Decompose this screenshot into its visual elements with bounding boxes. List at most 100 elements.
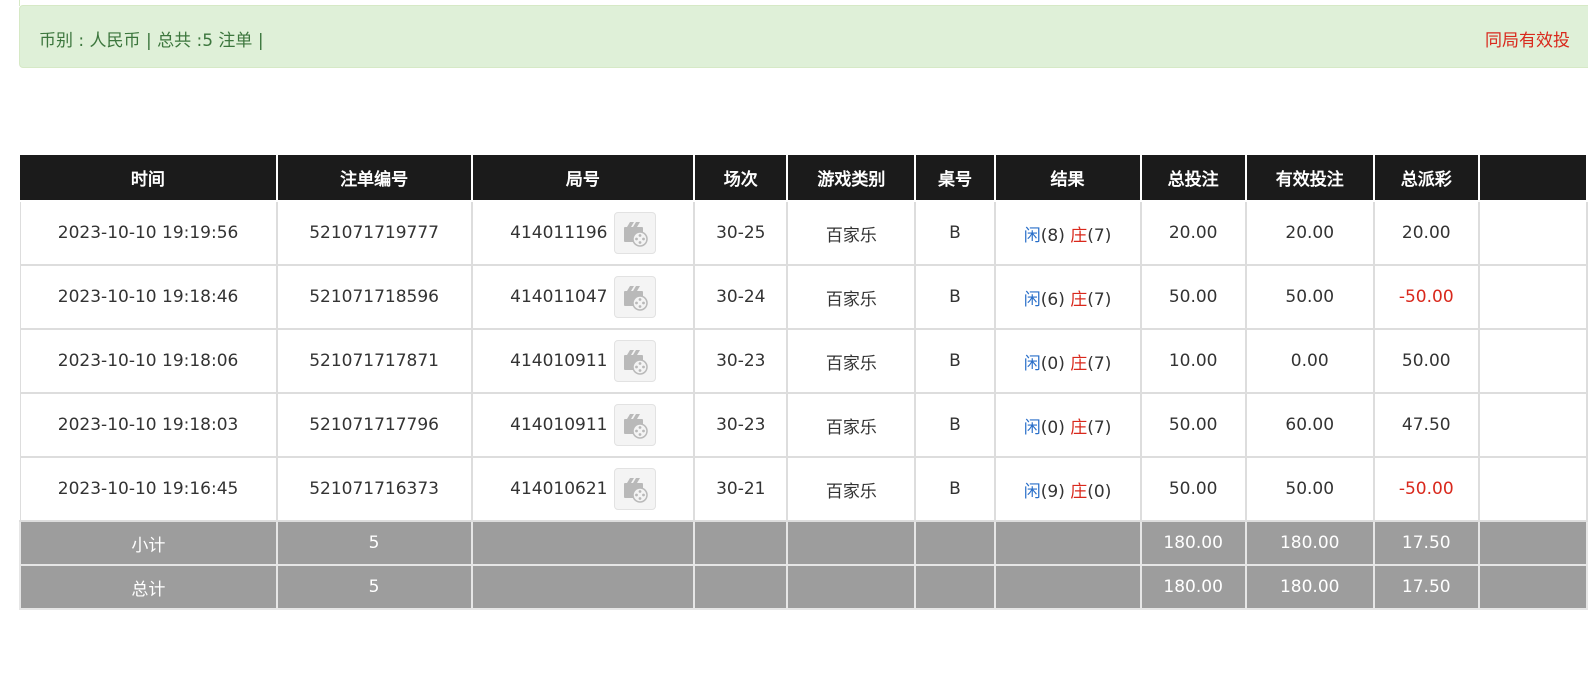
cell-time: 2023-10-10 19:18:06 [19, 328, 278, 394]
video-replay-icon[interactable] [613, 340, 656, 382]
cell-table: B [914, 264, 996, 330]
subtotal-payout: 17.50 [1372, 520, 1480, 566]
player-score: (0) [1040, 353, 1065, 374]
header-session: 场次 [693, 155, 789, 202]
table-row: 2023-10-10 19:19:56 521071719777 4140111… [19, 200, 1588, 266]
cell-table: B [914, 328, 996, 394]
header-table-no: 桌号 [914, 155, 996, 202]
banker-label: 庄 [1070, 353, 1088, 374]
table-row: 2023-10-10 19:18:46 521071718596 4140110… [19, 264, 1588, 330]
grand-total-empty [914, 564, 996, 610]
cell-bet-id: 521071717796 [275, 392, 473, 458]
header-result: 结果 [993, 155, 1142, 202]
grand-total-count: 5 [275, 564, 473, 610]
cell-valid-bet: 20.00 [1244, 200, 1375, 266]
cell-bet-id: 521071718596 [275, 264, 473, 330]
header-time: 时间 [20, 155, 278, 202]
cell-result: 闲(0) 庄(7) [993, 328, 1142, 394]
cell-bet-id: 521071717871 [275, 328, 473, 394]
cell-payout: 47.50 [1372, 392, 1480, 458]
header-payout: 总派彩 [1372, 155, 1480, 202]
cell-game: 百家乐 [786, 264, 917, 330]
cell-table: B [914, 392, 996, 458]
player-score: (0) [1040, 417, 1065, 438]
banker-label: 庄 [1070, 225, 1088, 246]
grand-total-empty [993, 564, 1142, 610]
cell-round: 414010911 [470, 392, 696, 458]
cell-extra [1477, 264, 1588, 330]
banker-score: (0) [1087, 481, 1112, 502]
cell-round: 414010911 [470, 328, 696, 394]
cell-time: 2023-10-10 19:19:56 [19, 200, 278, 266]
video-replay-icon[interactable] [613, 212, 656, 254]
cell-valid-bet: 60.00 [1244, 392, 1375, 458]
banker-score: (7) [1087, 353, 1112, 374]
cell-valid-bet: 50.00 [1244, 264, 1375, 330]
cell-session: 30-23 [693, 392, 789, 458]
table-body: 2023-10-10 19:19:56 521071719777 4140111… [19, 200, 1588, 522]
cell-table: B [914, 456, 996, 522]
cell-result: 闲(6) 庄(7) [993, 264, 1142, 330]
banker-label: 庄 [1070, 481, 1088, 502]
cell-game: 百家乐 [786, 328, 917, 394]
cell-time: 2023-10-10 19:18:46 [19, 264, 278, 330]
grand-total-total-bet: 180.00 [1139, 564, 1247, 610]
cell-total-bet: 10.00 [1139, 328, 1247, 394]
cell-result: 闲(8) 庄(7) [993, 200, 1142, 266]
player-label: 闲 [1023, 225, 1041, 246]
cell-result: 闲(0) 庄(7) [993, 392, 1142, 458]
cell-table: B [914, 200, 996, 266]
cell-valid-bet: 50.00 [1244, 456, 1375, 522]
subtotal-count: 5 [275, 520, 473, 566]
cell-round: 414011047 [470, 264, 696, 330]
video-replay-icon[interactable] [613, 404, 656, 446]
round-number: 414010621 [510, 479, 608, 499]
subtotal-empty [786, 520, 917, 566]
cell-time: 2023-10-10 19:16:45 [19, 456, 278, 522]
cell-extra [1477, 200, 1588, 266]
cell-total-bet: 50.00 [1139, 264, 1247, 330]
player-score: (8) [1040, 225, 1065, 246]
cell-round: 414010621 [470, 456, 696, 522]
cell-game: 百家乐 [786, 392, 917, 458]
banker-label: 庄 [1070, 289, 1088, 310]
grand-total-label: 总计 [19, 564, 278, 610]
player-label: 闲 [1023, 481, 1041, 502]
cell-session: 30-25 [693, 200, 789, 266]
cell-extra [1477, 328, 1588, 394]
cell-game: 百家乐 [786, 200, 917, 266]
table-row: 2023-10-10 19:16:45 521071716373 4140106… [19, 456, 1588, 522]
cell-session: 30-23 [693, 328, 789, 394]
cell-result: 闲(9) 庄(0) [993, 456, 1142, 522]
cell-game: 百家乐 [786, 456, 917, 522]
subtotal-empty [470, 520, 696, 566]
banker-label: 庄 [1070, 417, 1088, 438]
header-round: 局号 [470, 155, 696, 202]
grand-total-empty [693, 564, 789, 610]
player-label: 闲 [1023, 417, 1041, 438]
cell-bet-id: 521071719777 [275, 200, 473, 266]
table-row: 2023-10-10 19:18:06 521071717871 4140109… [19, 328, 1588, 394]
video-replay-icon[interactable] [613, 468, 656, 510]
subtotal-label: 小计 [19, 520, 278, 566]
cell-extra [1477, 456, 1588, 522]
grand-total-row: 总计 5 180.00 180.00 17.50 [19, 564, 1588, 610]
summary-alert: 币别 : 人民币 | 总共 :5 注单 | 同局有效投 [19, 5, 1588, 68]
cell-round: 414011196 [470, 200, 696, 266]
cell-total-bet: 20.00 [1139, 200, 1247, 266]
summary-note: 同局有效投 [1485, 31, 1570, 51]
banker-score: (7) [1087, 417, 1112, 438]
header-game-type: 游戏类别 [786, 155, 917, 202]
cell-session: 30-24 [693, 264, 789, 330]
round-number: 414010911 [510, 351, 608, 371]
round-number: 414010911 [510, 415, 608, 435]
cell-payout: -50.00 [1372, 456, 1480, 522]
grand-total-payout: 17.50 [1372, 564, 1480, 610]
video-replay-icon[interactable] [613, 276, 656, 318]
cell-payout: 20.00 [1372, 200, 1480, 266]
summary-text: 币别 : 人民币 | 总共 :5 注单 | [39, 31, 264, 51]
subtotal-empty [993, 520, 1142, 566]
table-header-row: 时间 注单编号 局号 场次 游戏类别 桌号 结果 总投注 有效投注 总派彩 [20, 155, 1588, 202]
header-bet-id: 注单编号 [275, 155, 473, 202]
banker-score: (7) [1087, 225, 1112, 246]
